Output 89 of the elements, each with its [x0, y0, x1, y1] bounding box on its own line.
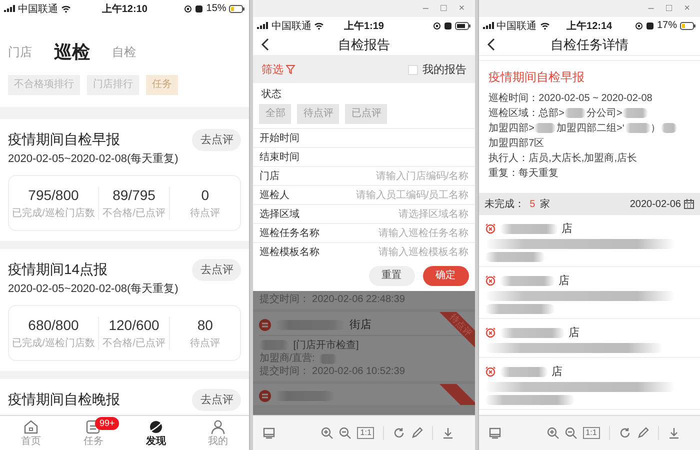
filter-label[interactable]: 筛选	[261, 62, 284, 77]
status-option[interactable]: 待点评	[297, 104, 340, 124]
region-text: 加盟四部>	[488, 123, 534, 134]
confirm-button[interactable]: 确定	[422, 266, 469, 286]
date-range: 2020-02-05~2020-02-08(每天重复)	[8, 282, 180, 297]
field-label: 结束时间	[259, 150, 300, 164]
tab-bar-item[interactable]: 任务 99+	[62, 416, 125, 450]
store-name: 店	[552, 364, 563, 379]
store-name: 店	[558, 274, 570, 288]
field-label: 巡检人	[259, 188, 290, 202]
input-field[interactable]: 请输入巡检任务名称	[338, 228, 469, 238]
maximize-button[interactable]: □	[662, 2, 676, 16]
region-text: 加盟四部7区	[488, 138, 544, 149]
carrier-name: 中国联通	[18, 2, 58, 16]
date-value: 2020-02-06	[630, 198, 681, 210]
field-label: 门店	[259, 170, 280, 183]
tab-bar-item[interactable]: 发现	[124, 416, 187, 450]
stat-label: 不合格/已点评	[102, 336, 166, 350]
close-button[interactable]: ×	[680, 2, 694, 16]
input-field[interactable]: 请选择区域名称	[338, 208, 469, 220]
field-label: 开始时间	[259, 132, 300, 145]
field-label: 巡检任务名称	[259, 226, 320, 240]
region-text: 分公司>	[586, 108, 622, 119]
submit-time: 提交时间： 2020-02-06 22:48:39	[259, 293, 406, 306]
date-range: 2020-02-05~2020-02-08(每天重复)	[8, 152, 180, 167]
minimize-button[interactable]: –	[418, 2, 433, 16]
status-option[interactable]: 已点评	[345, 104, 388, 124]
field-label: 选择区域	[259, 208, 300, 221]
top-tab[interactable]: 巡检	[54, 40, 90, 64]
top-tab[interactable]: 门店	[8, 44, 32, 60]
count-unit: 家	[540, 198, 550, 211]
owner-label: 加盟商/直营:	[259, 352, 315, 365]
carrier-name: 中国联通	[496, 20, 537, 32]
report-title: 疫情期间自检早报	[8, 131, 120, 149]
input-field[interactable]: 请输入员工编码/员工名称	[338, 190, 469, 200]
tab-bar-item[interactable]: 首页	[0, 416, 62, 450]
store-name: 店	[568, 326, 580, 340]
status-time: 上午12:14	[566, 20, 612, 32]
stat-value: 120/600	[108, 316, 160, 332]
status-time: 上午1:19	[344, 20, 384, 32]
input-field[interactable]: 请输入巡检模板名称	[338, 246, 469, 258]
checkbox-label: 我的报告	[422, 62, 467, 77]
region-label: 巡检区域：	[488, 108, 539, 119]
battery-percent: 15%	[206, 3, 226, 14]
screen-title: 自检任务详情	[549, 36, 630, 54]
status-option[interactable]: 全部	[259, 104, 292, 124]
review-button[interactable]: 去点评	[192, 129, 242, 151]
inspection-time: 巡检时间：2020-02-05 ~ 2020-02-08	[488, 92, 654, 106]
top-tab[interactable]: 自检	[112, 44, 136, 60]
status-time: 上午12:10	[102, 2, 148, 16]
battery-percent: 17%	[656, 20, 677, 31]
tab-bar-item[interactable]: 我的	[186, 416, 250, 450]
repeat-line: 重复：每天重复	[488, 166, 560, 181]
stat-value: 0	[201, 186, 210, 202]
minimize-button[interactable]: –	[644, 2, 658, 16]
incomplete-label: 未完成：	[484, 198, 525, 211]
template-name: [门店开市检查]	[293, 338, 359, 352]
report-title: 疫情期间自检晚报	[8, 391, 120, 409]
region-text: 加盟四部二组>‘	[556, 123, 625, 134]
field-label: 巡检模板名称	[259, 246, 320, 259]
region-text: 总部>	[538, 108, 564, 119]
stat-label: 已完成/巡检门店数	[12, 206, 95, 220]
stat-label: 待点评	[190, 206, 220, 220]
review-button[interactable]: 去点评	[192, 259, 242, 281]
stat-label: 已完成/巡检门店数	[12, 336, 95, 350]
submit-time: 提交时间： 2020-02-06 10:52:39	[259, 365, 406, 378]
stat-value: 80	[197, 316, 213, 332]
report-title: 疫情期间14点报	[8, 261, 108, 279]
region-text: ）	[650, 123, 661, 134]
count-badge: 99+	[95, 417, 119, 430]
incomplete-count: 5	[530, 198, 536, 210]
reset-button[interactable]: 重置	[368, 266, 415, 286]
store-name: 店	[562, 222, 573, 236]
stat-value: 680/800	[28, 316, 79, 332]
close-button[interactable]: ×	[454, 2, 469, 16]
section-label: 状态	[260, 88, 282, 101]
maximize-button[interactable]: □	[436, 2, 451, 16]
stat-value: 795/800	[28, 186, 79, 202]
stat-value: 89/795	[112, 186, 156, 202]
carrier-name: 中国联通	[271, 20, 312, 32]
review-button[interactable]: 去点评	[192, 389, 242, 411]
stat-label: 待点评	[190, 336, 220, 350]
actual-size-button[interactable]: 1:1	[357, 427, 374, 439]
executor-line: 执行人：店员,大店长,加盟商,店长	[488, 152, 638, 166]
screen-title: 自检报告	[336, 36, 391, 54]
task-title: 疫情期间自检早报	[488, 69, 586, 85]
stat-label: 不合格/已点评	[102, 206, 166, 220]
actual-size-button[interactable]: 1:1	[582, 427, 600, 439]
store-name: 街店	[349, 318, 372, 332]
